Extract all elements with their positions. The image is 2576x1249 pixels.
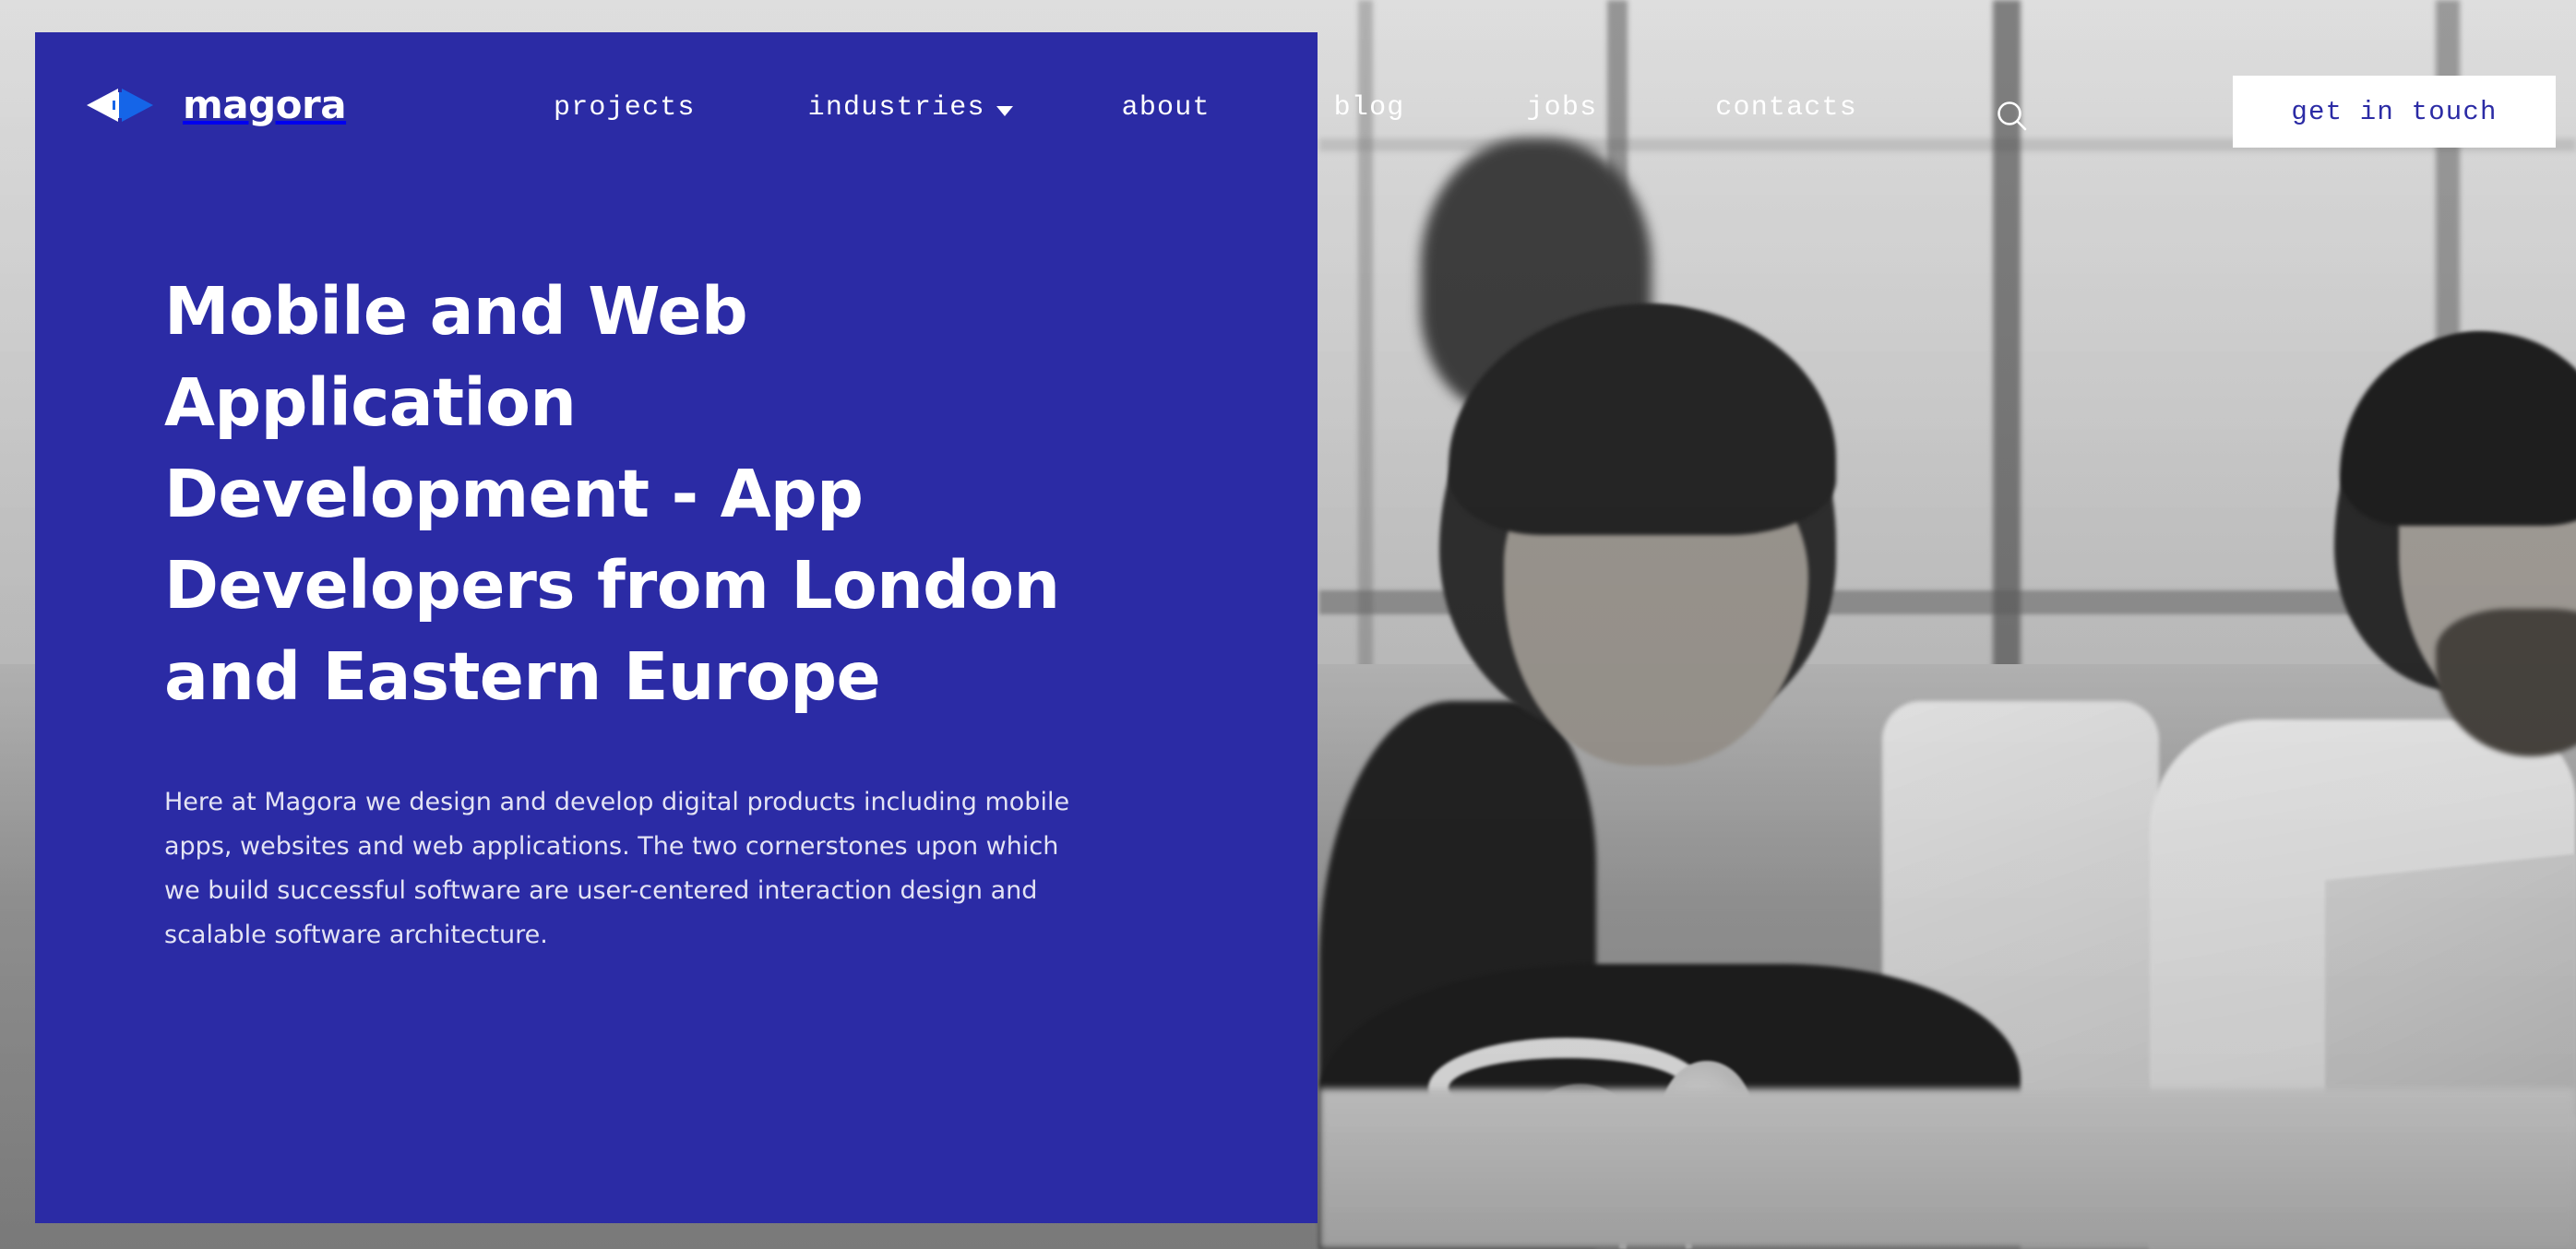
- site-header: magora projects industries about blog jo…: [0, 0, 2576, 175]
- hero-description: Here at Magora we design and develop dig…: [164, 788, 1070, 949]
- nav-label: contacts: [1715, 92, 1857, 124]
- chevron-down-icon: [996, 105, 1013, 116]
- nav-item-contacts[interactable]: contacts: [1715, 92, 1857, 124]
- nav-label: projects: [554, 92, 696, 124]
- nav-label: about: [1121, 92, 1210, 124]
- main-navigation: projects industries about blog jobs cont…: [554, 92, 1857, 124]
- hero-copy: Mobile and Web Application Development -…: [164, 266, 1096, 958]
- search-icon: [1998, 101, 2027, 131]
- nav-label: blog: [1333, 92, 1405, 124]
- brand-logo-link[interactable]: magora: [85, 81, 347, 129]
- brand-name: magora: [183, 82, 347, 127]
- nav-item-jobs[interactable]: jobs: [1526, 92, 1597, 124]
- nav-item-projects[interactable]: projects: [554, 92, 696, 124]
- nav-label: jobs: [1526, 92, 1598, 124]
- nav-item-blog[interactable]: blog: [1334, 92, 1405, 124]
- page-root: Mobile and Web Application Development -…: [0, 0, 2576, 1249]
- nav-item-industries[interactable]: industries: [808, 92, 1013, 124]
- get-in-touch-label: get in touch: [2291, 96, 2498, 127]
- nav-label: industries: [807, 92, 985, 124]
- code-brackets-icon: [87, 89, 153, 122]
- page-title: Mobile and Web Application Development -…: [164, 273, 1060, 715]
- nav-item-about[interactable]: about: [1122, 92, 1210, 124]
- get-in-touch-button[interactable]: get in touch: [2233, 76, 2556, 148]
- search-button[interactable]: [1988, 92, 2036, 140]
